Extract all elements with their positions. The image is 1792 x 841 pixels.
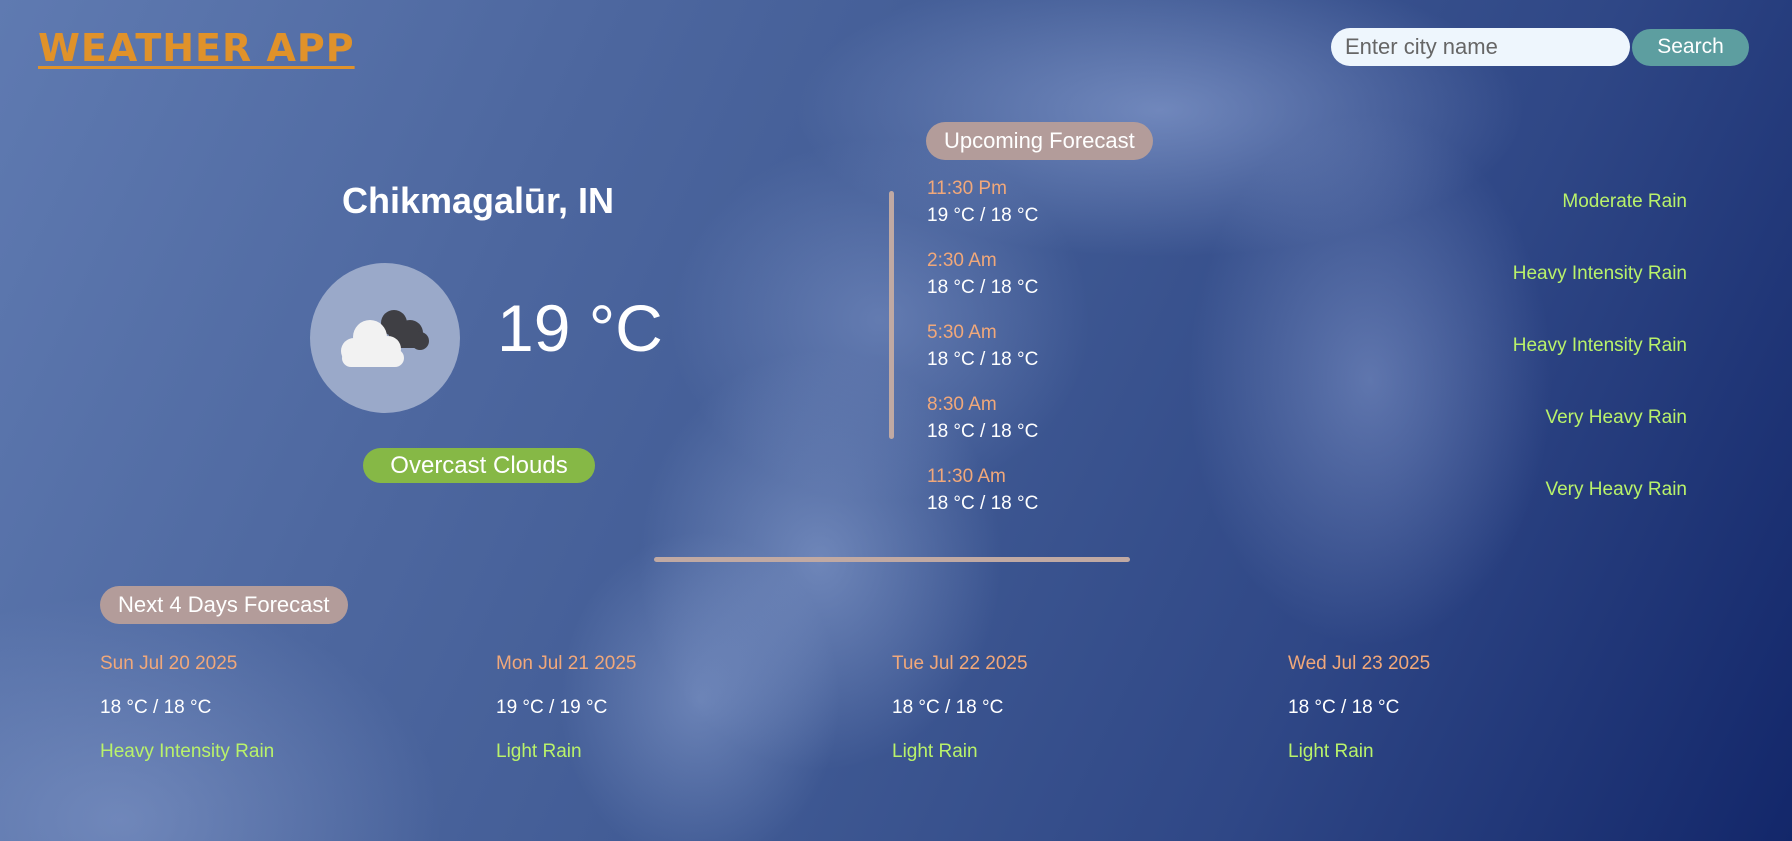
forecast-time: 2:30 Am [927,250,997,271]
forecast-temp-range: 18 °C / 18 °C [927,421,1039,442]
forecast-day-condition: Light Rain [892,741,978,762]
forecast-day-condition: Heavy Intensity Rain [100,741,275,762]
forecast-date: Tue Jul 22 2025 [892,653,1028,674]
forecast-time: 11:30 Am [927,466,1006,487]
forecast-day-condition: Light Rain [496,741,582,762]
forecast-condition: Very Heavy Rain [1545,407,1687,428]
forecast-time: 11:30 Pm [927,178,1007,199]
forecast-date: Sun Jul 20 2025 [100,653,238,674]
forecast-condition: Moderate Rain [1562,191,1687,212]
horizontal-divider [654,557,1130,562]
search-button[interactable]: Search [1632,28,1749,66]
forecast-day-temp-range: 18 °C / 18 °C [100,697,212,718]
forecast-day-temp-range: 19 °C / 19 °C [496,697,608,718]
forecast-day-temp-range: 18 °C / 18 °C [1288,697,1400,718]
forecast-condition: Very Heavy Rain [1545,479,1687,500]
forecast-hour-item: 8:30 Am 18 °C / 18 °C Very Heavy Rain [927,394,1687,454]
forecast-time: 8:30 Am [927,394,997,415]
forecast-hour-item: 5:30 Am 18 °C / 18 °C Heavy Intensity Ra… [927,322,1687,382]
forecast-hour-item: 11:30 Pm 19 °C / 18 °C Moderate Rain [927,178,1687,238]
forecast-date: Wed Jul 23 2025 [1288,653,1431,674]
next-days-forecast-title: Next 4 Days Forecast [100,586,348,624]
forecast-hour-item: 11:30 Am 18 °C / 18 °C Very Heavy Rain [927,466,1687,526]
forecast-day-temp-range: 18 °C / 18 °C [892,697,1004,718]
forecast-temp-range: 19 °C / 18 °C [927,205,1039,226]
forecast-day-item: Sun Jul 20 2025 18 °C / 18 °C Heavy Inte… [100,653,400,763]
weather-icon-badge [310,263,460,413]
forecast-temp-range: 18 °C / 18 °C [927,277,1039,298]
forecast-hour-item: 2:30 Am 18 °C / 18 °C Heavy Intensity Ra… [927,250,1687,310]
upcoming-forecast-title: Upcoming Forecast [926,122,1153,160]
vertical-divider [889,191,894,439]
city-search-input[interactable] [1331,28,1630,66]
forecast-condition: Heavy Intensity Rain [1512,263,1687,284]
forecast-time: 5:30 Am [927,322,997,343]
weather-description-badge: Overcast Clouds [363,448,595,483]
forecast-condition: Heavy Intensity Rain [1512,335,1687,356]
current-temperature: 19 °C [497,291,663,365]
forecast-day-item: Wed Jul 23 2025 18 °C / 18 °C Light Rain [1288,653,1588,763]
app-logo: WEATHER APP [38,26,355,70]
forecast-temp-range: 18 °C / 18 °C [927,349,1039,370]
forecast-day-item: Mon Jul 21 2025 19 °C / 19 °C Light Rain [496,653,796,763]
forecast-date: Mon Jul 21 2025 [496,653,637,674]
forecast-day-item: Tue Jul 22 2025 18 °C / 18 °C Light Rain [892,653,1192,763]
overcast-clouds-icon [341,310,429,367]
city-name: Chikmagalūr, IN [341,180,615,221]
forecast-temp-range: 18 °C / 18 °C [927,493,1039,514]
search-bar: Search [1331,28,1749,66]
forecast-day-condition: Light Rain [1288,741,1374,762]
